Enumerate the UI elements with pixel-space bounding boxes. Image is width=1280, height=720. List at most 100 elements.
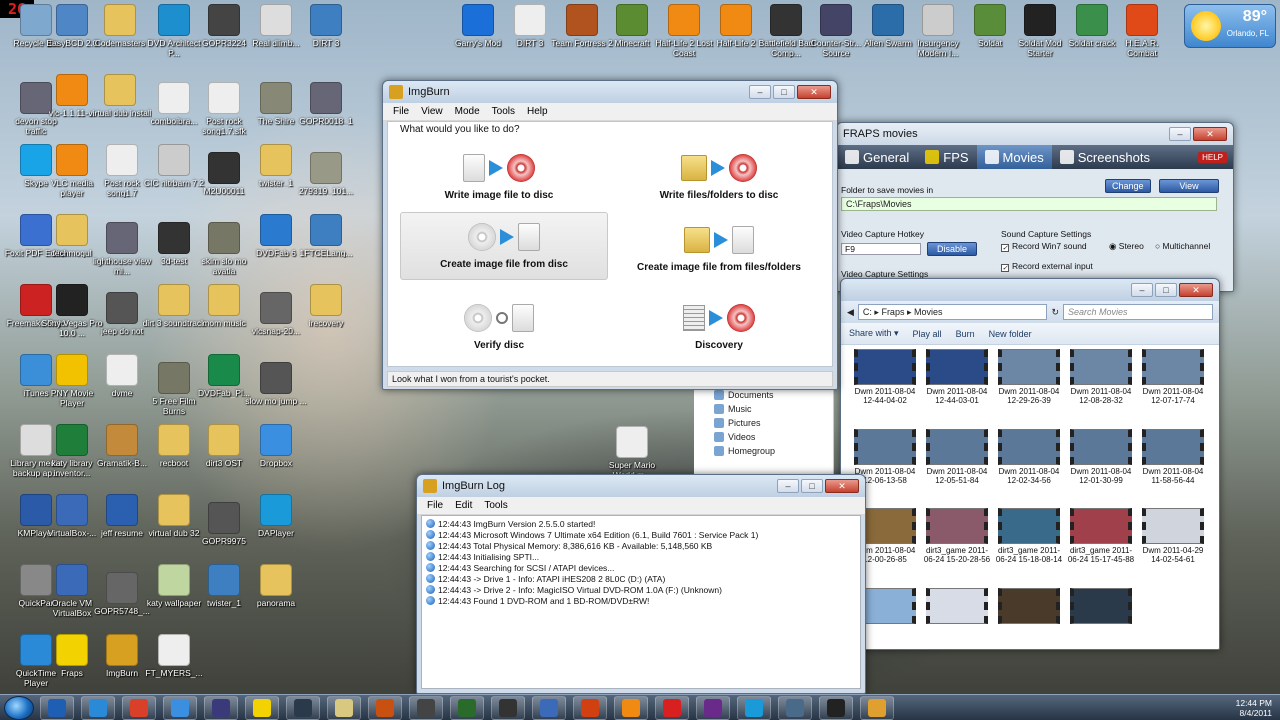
- create-image-from-disc-button[interactable]: Create image file from disc: [400, 212, 608, 280]
- menu-file[interactable]: File: [387, 106, 415, 117]
- tab-movies[interactable]: Movies: [976, 145, 1052, 169]
- multichannel-radio[interactable]: ○ Multichannel: [1155, 241, 1210, 251]
- help-button[interactable]: HELP: [1198, 151, 1227, 163]
- write-image-to-disc-button[interactable]: Write image file to disc: [394, 144, 604, 212]
- discovery-button[interactable]: Discovery: [614, 294, 824, 362]
- taskbar-app-button[interactable]: [368, 695, 402, 720]
- video-file[interactable]: Dwm 2011-08-04 11-58-56-44: [1137, 428, 1209, 505]
- maximize-button[interactable]: □: [801, 479, 823, 493]
- video-file[interactable]: Dwm 2011-08-04 12-44-04-02: [849, 349, 921, 425]
- video-file[interactable]: Dwm 2011-08-04 12-44-03-01: [921, 349, 993, 425]
- taskbar-app-button[interactable]: [163, 695, 197, 720]
- refresh-icon[interactable]: ↻: [1051, 307, 1059, 318]
- video-file[interactable]: Dwm 2011-08-04 12-08-28-32: [1065, 349, 1137, 425]
- menu-help[interactable]: Help: [521, 106, 554, 117]
- tab-general[interactable]: General: [837, 145, 917, 169]
- menu-edit[interactable]: Edit: [449, 500, 478, 511]
- toolbar-button[interactable]: Share with ▾: [849, 328, 899, 339]
- stereo-radio[interactable]: ◉ Stereo: [1109, 241, 1144, 252]
- desktop-icon[interactable]: slow mo jump ...: [244, 362, 308, 406]
- taskbar-app-button[interactable]: [81, 695, 115, 720]
- video-file[interactable]: Dwm 2011-08-04 12-02-34-56: [993, 428, 1065, 505]
- taskbar-app-button[interactable]: [655, 695, 689, 720]
- desktop-icon[interactable]: DIRT 3: [294, 4, 358, 48]
- hotkey-field[interactable]: F9: [841, 243, 921, 255]
- system-clock[interactable]: 12:44 PM 8/4/2011: [1236, 698, 1280, 718]
- write-files-to-disc-button[interactable]: Write files/folders to disc: [614, 144, 824, 212]
- taskbar-app-button[interactable]: [819, 695, 853, 720]
- taskbar-app-button[interactable]: [737, 695, 771, 720]
- desktop-icon[interactable]: Super Mario World.m...: [600, 426, 664, 480]
- start-button[interactable]: [4, 695, 34, 720]
- desktop-icon[interactable]: 1FTCELang...: [294, 214, 358, 258]
- nav-item[interactable]: Homegroup: [714, 446, 833, 456]
- taskbar-app-button[interactable]: [573, 695, 607, 720]
- desktop-icon[interactable]: Dropbox: [244, 424, 308, 468]
- search-input[interactable]: Search Movies: [1063, 304, 1213, 320]
- video-file[interactable]: Dwm 2011-08-04 12-01-30-99: [1065, 428, 1137, 505]
- desktop-icon[interactable]: panorama: [244, 564, 308, 608]
- maximize-button[interactable]: □: [773, 85, 795, 99]
- create-image-from-files-button[interactable]: Create image file from files/folders: [614, 216, 824, 284]
- minimize-button[interactable]: –: [749, 85, 771, 99]
- minimize-button[interactable]: –: [1169, 127, 1191, 141]
- taskbar-app-button[interactable]: [409, 695, 443, 720]
- desktop-icon[interactable]: irecovery: [294, 284, 358, 328]
- desktop-icon[interactable]: 279319_101...: [294, 152, 358, 196]
- taskbar-app-button[interactable]: [491, 695, 525, 720]
- video-file[interactable]: [921, 587, 993, 646]
- desktop-icon[interactable]: H.E.A.R. Combat: [1110, 4, 1174, 58]
- menu-mode[interactable]: Mode: [449, 106, 486, 117]
- close-button[interactable]: ✕: [1179, 283, 1213, 297]
- address-bar[interactable]: C: ▸ Fraps ▸ Movies: [857, 304, 1048, 320]
- video-file[interactable]: dirt3_game 2011-06-24 15-20-28-56: [921, 508, 993, 584]
- tab-screenshots[interactable]: Screenshots: [1052, 145, 1158, 169]
- maximize-button[interactable]: □: [1155, 283, 1177, 297]
- taskbar-app-button[interactable]: [286, 695, 320, 720]
- nav-item[interactable]: Documents: [714, 390, 833, 400]
- taskbar-app-button[interactable]: [614, 695, 648, 720]
- desktop-icon[interactable]: DAPlayer: [244, 494, 308, 538]
- record-win7-checkbox[interactable]: ✓ Record Win7 sound: [1001, 241, 1087, 252]
- taskbar-app-button[interactable]: [696, 695, 730, 720]
- taskbar-app-button[interactable]: [450, 695, 484, 720]
- desktop-icon[interactable]: GOPR0018_1: [294, 82, 358, 126]
- desktop-icon[interactable]: FT_MYERS_...: [142, 634, 206, 678]
- record-external-checkbox[interactable]: ✓ Record external input: [1001, 261, 1093, 272]
- back-icon[interactable]: ◀: [847, 307, 854, 318]
- video-file[interactable]: dirt3_game 2011-06-24 15-18-08-14: [993, 508, 1065, 584]
- tab-fps[interactable]: FPS: [917, 145, 976, 169]
- menu-view[interactable]: View: [415, 106, 449, 117]
- taskbar-app-button[interactable]: [122, 695, 156, 720]
- toolbar-button[interactable]: Play all: [913, 329, 942, 339]
- taskbar-app-button[interactable]: [860, 695, 894, 720]
- view-button[interactable]: View: [1159, 179, 1219, 193]
- toolbar-button[interactable]: Burn: [956, 329, 975, 339]
- weather-gadget[interactable]: 89° Orlando, FL: [1184, 4, 1276, 48]
- taskbar-app-button[interactable]: [532, 695, 566, 720]
- taskbar-app-button[interactable]: [778, 695, 812, 720]
- nav-item[interactable]: Videos: [714, 432, 833, 442]
- close-button[interactable]: ✕: [797, 85, 831, 99]
- minimize-button[interactable]: –: [1131, 283, 1153, 297]
- video-file[interactable]: Dwm 2011-08-04 12-07-17-74: [1137, 349, 1209, 425]
- verify-disc-button[interactable]: Verify disc: [394, 294, 604, 362]
- change-button[interactable]: Change: [1105, 179, 1151, 193]
- video-file[interactable]: Dwm 2011-08-04 12-05-51-84: [921, 428, 993, 505]
- menu-tools[interactable]: Tools: [486, 106, 521, 117]
- video-file[interactable]: [1065, 587, 1137, 646]
- taskbar-app-button[interactable]: [40, 695, 74, 720]
- taskbar-app-button[interactable]: [327, 695, 361, 720]
- minimize-button[interactable]: –: [777, 479, 799, 493]
- nav-item[interactable]: Pictures: [714, 418, 833, 428]
- menu-file[interactable]: File: [421, 500, 449, 511]
- close-button[interactable]: ✕: [825, 479, 859, 493]
- toolbar-button[interactable]: New folder: [989, 329, 1032, 339]
- disable-button[interactable]: Disable: [927, 242, 977, 256]
- menu-tools[interactable]: Tools: [478, 500, 513, 511]
- video-file[interactable]: Dwm 2011-04-29 14-02-54-61: [1137, 508, 1209, 584]
- movies-path-field[interactable]: C:\Fraps\Movies: [841, 197, 1217, 211]
- video-file[interactable]: Dwm 2011-08-04 12-29-26-39: [993, 349, 1065, 425]
- video-file[interactable]: [993, 587, 1065, 646]
- taskbar-app-button[interactable]: [204, 695, 238, 720]
